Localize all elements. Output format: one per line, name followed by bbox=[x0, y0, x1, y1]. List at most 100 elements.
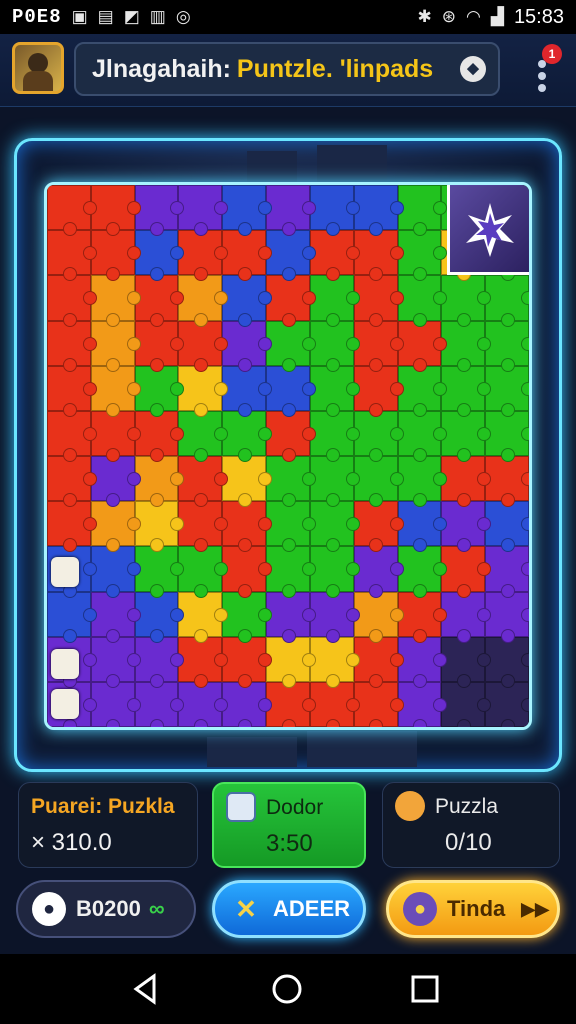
puzzle-piece[interactable] bbox=[397, 636, 448, 689]
tray-piece-1[interactable] bbox=[51, 557, 79, 587]
puzzle-piece[interactable] bbox=[485, 365, 529, 418]
puzzle-piece[interactable] bbox=[47, 320, 97, 372]
puzzle-piece[interactable] bbox=[47, 456, 97, 508]
puzzle-piece[interactable] bbox=[266, 636, 316, 689]
puzzle-piece[interactable] bbox=[309, 501, 360, 553]
puzzle-piece[interactable] bbox=[485, 591, 529, 643]
puzzle-piece[interactable] bbox=[309, 320, 360, 372]
puzzle-piece[interactable] bbox=[134, 546, 185, 598]
puzzle-piece[interactable] bbox=[47, 185, 97, 237]
puzzle-piece[interactable] bbox=[178, 546, 229, 598]
puzzle-piece[interactable] bbox=[309, 456, 360, 508]
puzzle-piece[interactable] bbox=[90, 591, 141, 643]
selected-piece[interactable] bbox=[447, 185, 529, 275]
puzzle-piece[interactable] bbox=[485, 320, 529, 372]
puzzle-piece[interactable] bbox=[222, 456, 272, 508]
puzzle-piece[interactable] bbox=[266, 185, 316, 237]
puzzle-piece[interactable] bbox=[309, 365, 360, 418]
puzzle-piece[interactable] bbox=[90, 501, 141, 553]
puzzle-piece[interactable] bbox=[309, 410, 360, 463]
puzzle-piece[interactable] bbox=[309, 275, 360, 327]
puzzle-piece[interactable] bbox=[353, 230, 404, 282]
hint-button[interactable]: ● Tinda ▶▶ bbox=[386, 880, 560, 938]
puzzle-piece[interactable] bbox=[47, 230, 97, 282]
puzzle-piece[interactable] bbox=[441, 320, 491, 372]
puzzle-piece[interactable] bbox=[134, 591, 185, 643]
help-icon[interactable]: ◆ bbox=[460, 56, 486, 82]
puzzle-piece[interactable] bbox=[441, 456, 491, 508]
puzzle-piece[interactable] bbox=[353, 275, 404, 327]
puzzle-piece[interactable] bbox=[134, 410, 185, 463]
tray-piece-2[interactable] bbox=[51, 649, 79, 679]
puzzle-piece[interactable] bbox=[222, 365, 272, 418]
puzzle-piece[interactable] bbox=[353, 320, 404, 372]
puzzle-piece[interactable] bbox=[134, 320, 185, 372]
recents-icon[interactable] bbox=[408, 972, 442, 1006]
puzzle-piece[interactable] bbox=[178, 410, 229, 463]
puzzle-piece[interactable] bbox=[178, 636, 229, 689]
puzzle-piece[interactable] bbox=[222, 320, 272, 372]
puzzle-piece[interactable] bbox=[485, 681, 529, 727]
puzzle-piece[interactable] bbox=[90, 275, 141, 327]
puzzle-piece[interactable] bbox=[309, 591, 360, 643]
puzzle-piece[interactable] bbox=[309, 636, 360, 689]
puzzle-grid[interactable] bbox=[44, 182, 532, 730]
puzzle-piece[interactable] bbox=[47, 591, 97, 643]
puzzle-piece[interactable] bbox=[90, 636, 141, 689]
puzzle-piece[interactable] bbox=[353, 410, 404, 463]
puzzle-piece[interactable] bbox=[266, 456, 316, 508]
back-icon[interactable] bbox=[128, 972, 162, 1006]
puzzle-piece[interactable] bbox=[134, 456, 185, 508]
score-button[interactable]: ● B0200 ∞ bbox=[16, 880, 196, 938]
puzzle-piece[interactable] bbox=[441, 636, 491, 689]
puzzle-piece[interactable] bbox=[266, 410, 316, 463]
puzzle-piece[interactable] bbox=[134, 185, 185, 237]
puzzle-piece[interactable] bbox=[485, 275, 529, 327]
puzzle-piece[interactable] bbox=[266, 275, 316, 327]
puzzle-piece[interactable] bbox=[485, 501, 529, 553]
puzzle-piece[interactable] bbox=[485, 546, 529, 598]
puzzle-piece[interactable] bbox=[309, 681, 360, 727]
puzzle-piece[interactable] bbox=[178, 681, 229, 727]
puzzle-piece[interactable] bbox=[353, 501, 404, 553]
puzzle-piece[interactable] bbox=[47, 501, 97, 553]
puzzle-piece[interactable] bbox=[397, 275, 448, 327]
puzzle-piece[interactable] bbox=[134, 501, 185, 553]
puzzle-piece[interactable] bbox=[441, 681, 491, 727]
puzzle-piece[interactable] bbox=[441, 410, 491, 463]
puzzle-piece[interactable] bbox=[441, 365, 491, 418]
puzzle-piece[interactable] bbox=[397, 546, 448, 598]
puzzle-piece[interactable] bbox=[266, 365, 316, 418]
menu-button[interactable]: 1 bbox=[528, 44, 562, 92]
player-avatar[interactable] bbox=[12, 42, 64, 94]
puzzle-piece[interactable] bbox=[90, 456, 141, 508]
puzzle-piece[interactable] bbox=[134, 365, 185, 418]
puzzle-piece[interactable] bbox=[397, 456, 448, 508]
puzzle-piece[interactable] bbox=[485, 636, 529, 689]
puzzle-piece[interactable] bbox=[47, 365, 97, 418]
puzzle-piece[interactable] bbox=[485, 410, 529, 463]
puzzle-piece[interactable] bbox=[397, 185, 448, 237]
puzzle-piece[interactable] bbox=[441, 546, 491, 598]
puzzle-piece[interactable] bbox=[90, 681, 141, 727]
puzzle-piece[interactable] bbox=[266, 546, 316, 598]
puzzle-piece[interactable] bbox=[353, 591, 404, 643]
tray-piece-3[interactable] bbox=[51, 689, 79, 719]
puzzle-piece[interactable] bbox=[441, 275, 491, 327]
puzzle-piece[interactable] bbox=[266, 230, 316, 282]
puzzle-piece[interactable] bbox=[90, 546, 141, 598]
puzzle-piece[interactable] bbox=[178, 320, 229, 372]
puzzle-piece[interactable] bbox=[397, 681, 448, 727]
puzzle-piece[interactable] bbox=[397, 591, 448, 643]
puzzle-piece[interactable] bbox=[309, 230, 360, 282]
puzzle-piece[interactable] bbox=[178, 185, 229, 237]
puzzle-piece[interactable] bbox=[222, 636, 272, 689]
puzzle-piece[interactable] bbox=[90, 185, 141, 237]
puzzle-piece[interactable] bbox=[222, 546, 272, 598]
puzzle-piece[interactable] bbox=[441, 591, 491, 643]
puzzle-piece[interactable] bbox=[397, 365, 448, 418]
puzzle-piece[interactable] bbox=[266, 501, 316, 553]
puzzle-piece[interactable] bbox=[222, 185, 272, 237]
puzzle-piece[interactable] bbox=[441, 501, 491, 553]
puzzle-piece[interactable] bbox=[178, 501, 229, 553]
